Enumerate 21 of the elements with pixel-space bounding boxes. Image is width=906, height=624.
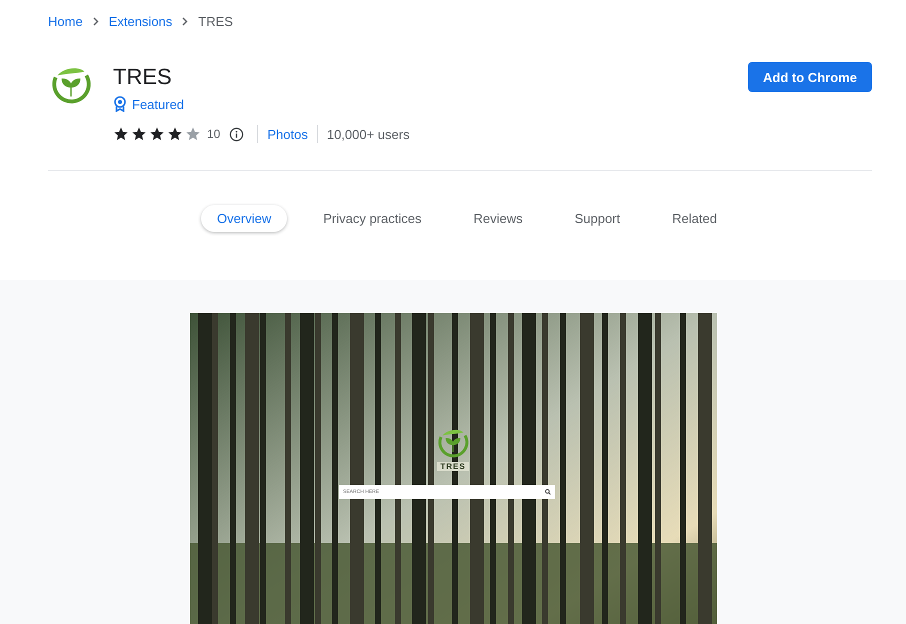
add-to-chrome-button[interactable]: Add to Chrome bbox=[748, 62, 872, 92]
breadcrumb-link[interactable]: Home bbox=[48, 14, 83, 28]
chevron-right-icon bbox=[92, 16, 99, 26]
badge-icon bbox=[113, 96, 127, 112]
star-filled-icon bbox=[113, 126, 129, 142]
breadcrumb-link[interactable]: Extensions bbox=[108, 14, 172, 28]
category-link[interactable]: Photos bbox=[267, 126, 308, 142]
star-filled-icon bbox=[167, 126, 183, 142]
app-title: TRES bbox=[437, 462, 469, 471]
star-empty-icon bbox=[185, 126, 201, 142]
search-icon bbox=[545, 489, 551, 495]
user-count: 10,000+ users bbox=[326, 126, 410, 142]
tab[interactable]: Overview bbox=[201, 205, 288, 232]
star-filled-icon bbox=[131, 126, 147, 142]
rating-count: 10 bbox=[207, 127, 220, 141]
featured-label: Featured bbox=[132, 96, 184, 112]
breadcrumb-current[interactable]: TRES bbox=[198, 14, 233, 28]
extension-title: TRES bbox=[113, 63, 173, 91]
star-filled-icon bbox=[149, 126, 165, 142]
info-icon[interactable] bbox=[229, 126, 244, 142]
chevron-right-icon bbox=[182, 16, 188, 26]
